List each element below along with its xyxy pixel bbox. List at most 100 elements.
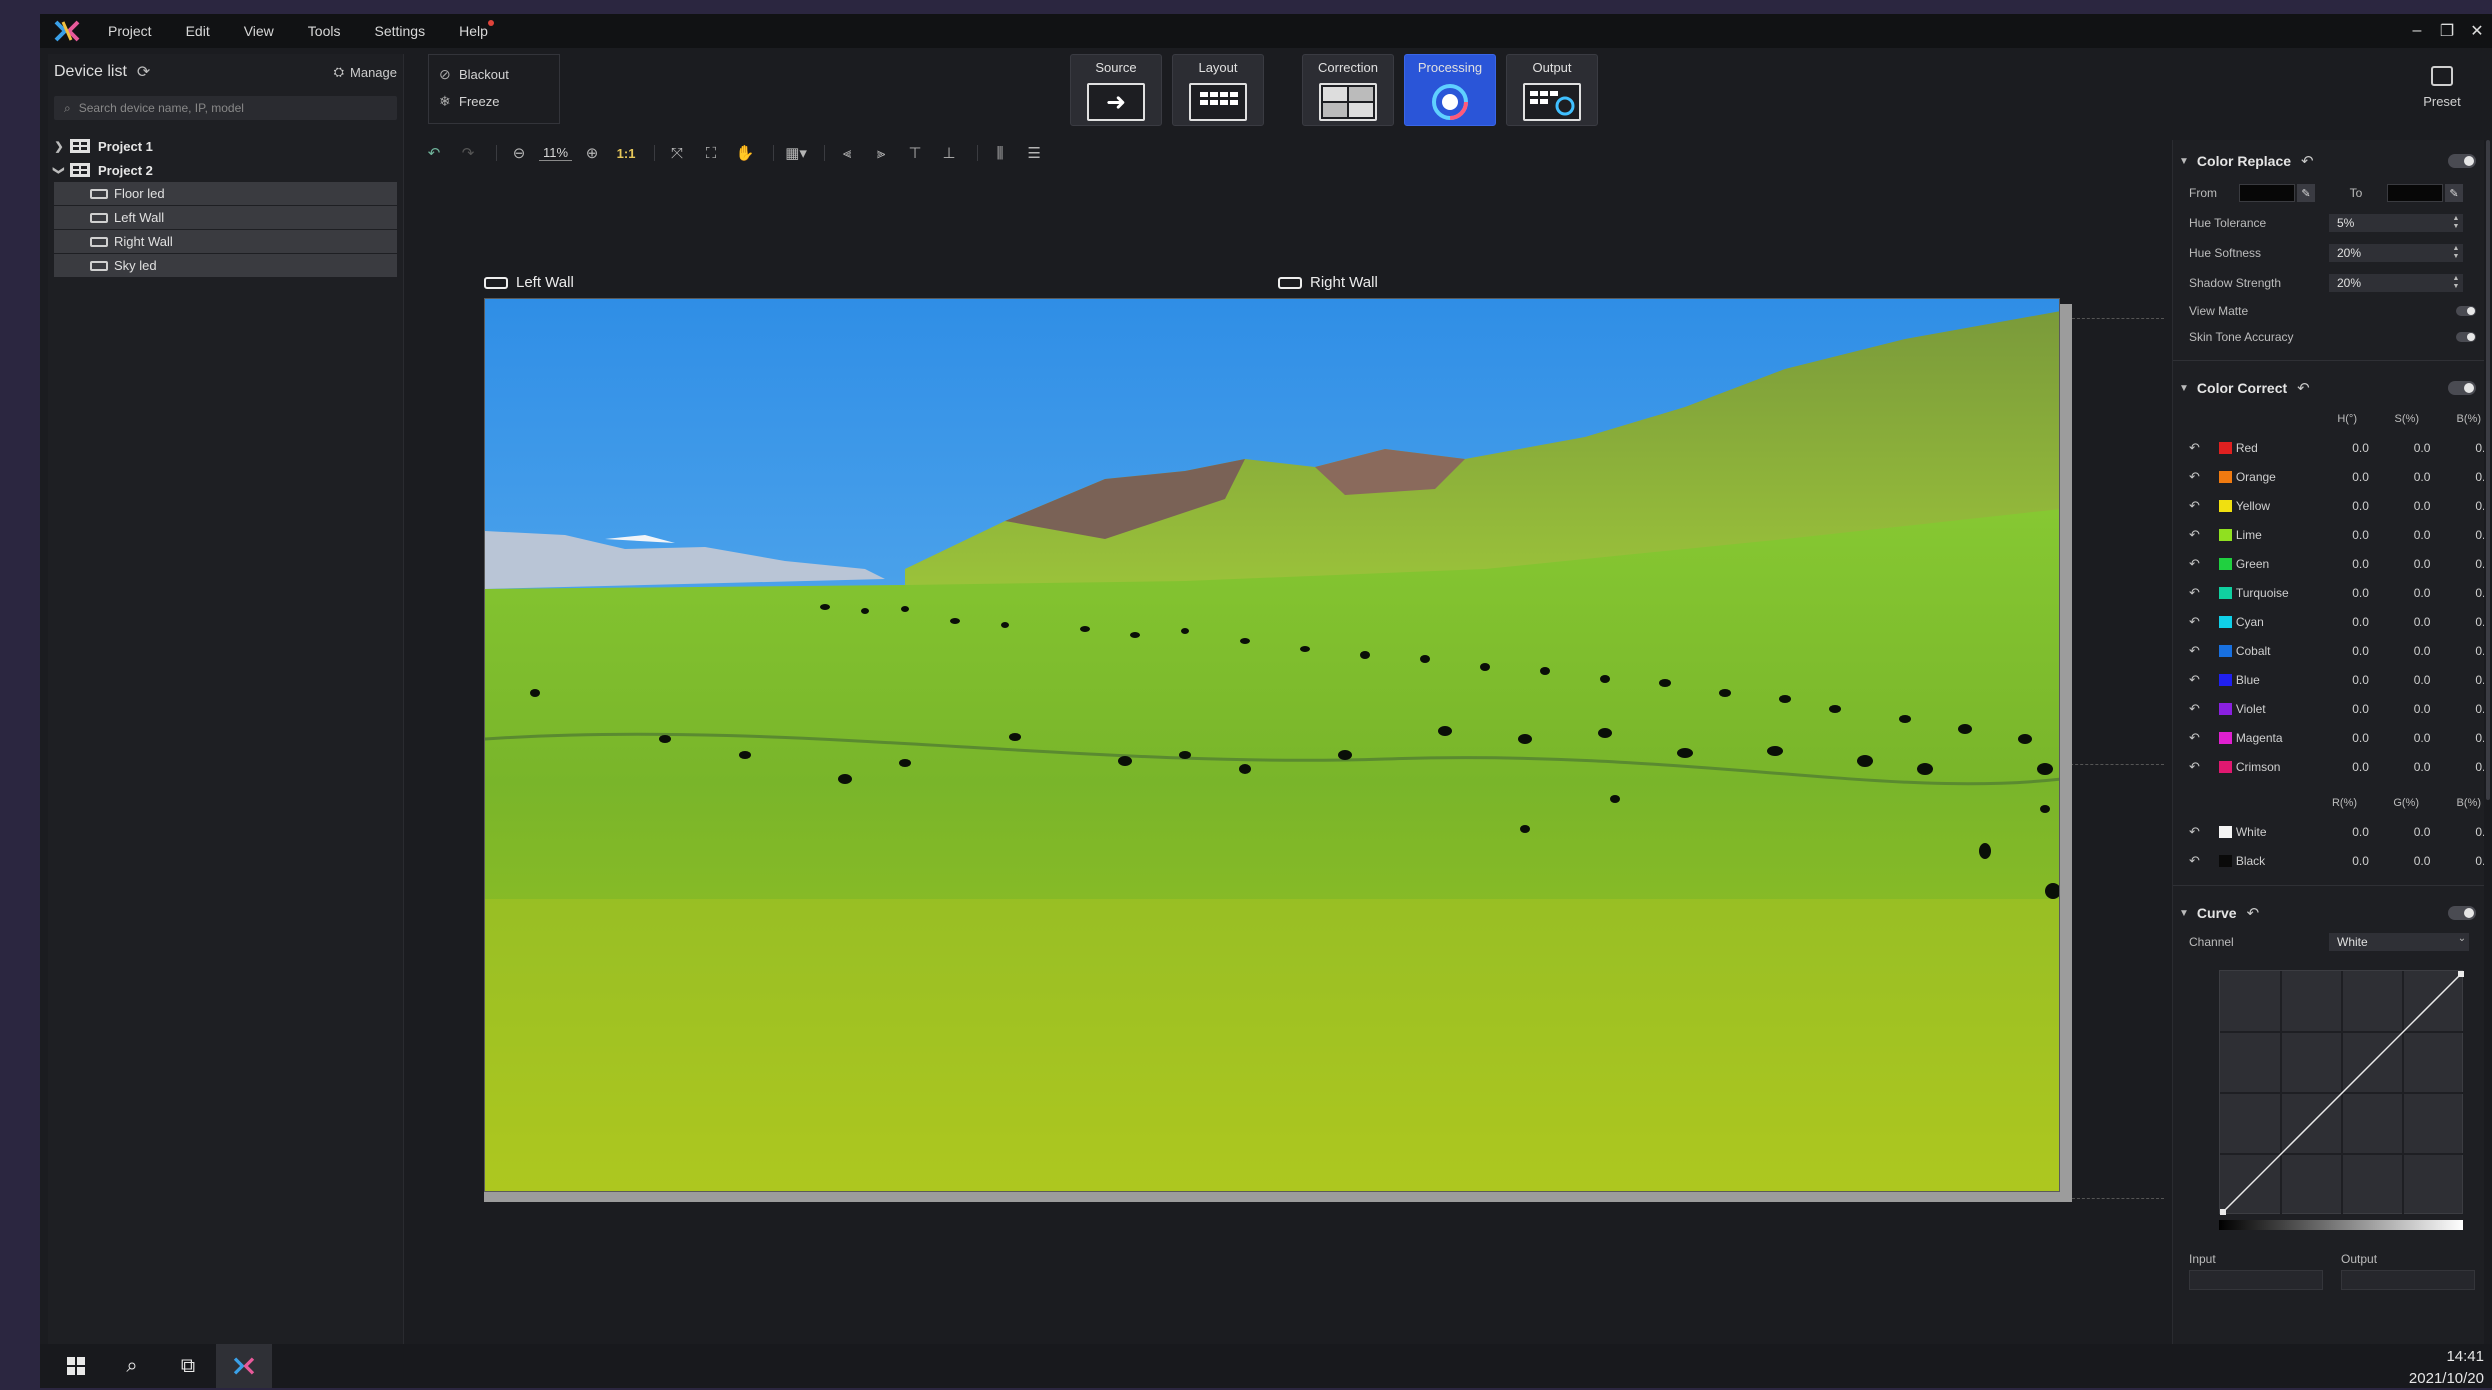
tree-device-right-wall[interactable]: Right Wall xyxy=(54,230,397,254)
device-search-input[interactable]: ⌕ Search device name, IP, model xyxy=(54,96,397,120)
menu-settings[interactable]: Settings xyxy=(374,23,425,39)
eyedropper-icon[interactable]: ✎ xyxy=(2297,184,2315,202)
reset-icon[interactable]: ↶ xyxy=(2173,759,2203,775)
saturation-value[interactable]: 0.0 xyxy=(2369,615,2431,629)
tab-output[interactable]: Output xyxy=(1506,54,1598,126)
spinner-icon[interactable]: ▲ ▼ xyxy=(2451,215,2461,231)
menu-help[interactable]: Help xyxy=(459,20,494,39)
redo-icon[interactable]: ↷ xyxy=(454,140,482,166)
minimize-icon[interactable]: – xyxy=(2402,14,2432,48)
restore-icon[interactable]: ❐ xyxy=(2432,14,2462,48)
saturation-value[interactable]: 0.0 xyxy=(2369,702,2431,716)
hue-tolerance-input[interactable]: 5% ▲ ▼ xyxy=(2329,214,2463,232)
brightness-value[interactable]: 0.0 xyxy=(2430,586,2492,600)
reset-icon[interactable]: ↶ xyxy=(2173,585,2203,601)
blue-value[interactable]: 0.0 xyxy=(2430,825,2492,839)
close-icon[interactable]: ✕ xyxy=(2462,14,2492,48)
brightness-value[interactable]: 0.0 xyxy=(2430,760,2492,774)
saturation-value[interactable]: 0.0 xyxy=(2369,557,2431,571)
color-replace-header[interactable]: ▼ Color Replace ↶ xyxy=(2173,144,2492,178)
to-color-swatch[interactable] xyxy=(2387,184,2443,202)
hue-value[interactable]: 0.0 xyxy=(2307,528,2369,542)
saturation-value[interactable]: 0.0 xyxy=(2369,470,2431,484)
zoom-level[interactable]: 11% xyxy=(539,145,573,161)
curve-toggle[interactable] xyxy=(2448,906,2476,920)
reset-icon[interactable]: ↶ xyxy=(2173,672,2203,688)
reset-icon[interactable]: ↶ xyxy=(2173,498,2203,514)
align-right-icon[interactable]: ⫸ xyxy=(867,140,895,166)
reset-icon[interactable]: ↶ xyxy=(2173,824,2203,840)
shadow-strength-input[interactable]: 20% ▲ ▼ xyxy=(2329,274,2463,292)
brightness-value[interactable]: 0.0 xyxy=(2430,528,2492,542)
red-value[interactable]: 0.0 xyxy=(2307,854,2369,868)
tree-device-sky-led[interactable]: Sky led xyxy=(54,254,397,278)
menu-view[interactable]: View xyxy=(244,23,274,39)
vertical-scrollbar[interactable] xyxy=(2484,140,2492,1344)
menu-project[interactable]: Project xyxy=(108,23,152,39)
scroll-thumb[interactable] xyxy=(2486,140,2490,800)
saturation-value[interactable]: 0.0 xyxy=(2369,441,2431,455)
reset-icon[interactable]: ↶ xyxy=(2173,556,2203,572)
view-matte-toggle[interactable] xyxy=(2456,306,2476,316)
tree-device-left-wall[interactable]: Left Wall xyxy=(54,206,397,230)
chevron-down-icon[interactable]: ❯ xyxy=(53,159,66,181)
reset-icon[interactable]: ↶ xyxy=(2173,469,2203,485)
skin-tone-toggle[interactable] xyxy=(2456,332,2476,342)
refresh-icon[interactable]: ⟳ xyxy=(137,62,150,82)
saturation-value[interactable]: 0.0 xyxy=(2369,731,2431,745)
hue-value[interactable]: 0.0 xyxy=(2307,702,2369,716)
color-replace-toggle[interactable] xyxy=(2448,154,2476,168)
hue-value[interactable]: 0.0 xyxy=(2307,499,2369,513)
brightness-value[interactable]: 0.0 xyxy=(2430,557,2492,571)
tree-project-2[interactable]: ❯ Project 2 xyxy=(48,158,403,182)
windows-start-icon[interactable] xyxy=(48,1344,104,1388)
hue-value[interactable]: 0.0 xyxy=(2307,557,2369,571)
reset-icon[interactable]: ↶ xyxy=(2173,527,2203,543)
hue-value[interactable]: 0.0 xyxy=(2307,644,2369,658)
zoom-out-icon[interactable]: ⊖ xyxy=(505,140,533,166)
undo-icon[interactable]: ↶ xyxy=(420,140,448,166)
brightness-value[interactable]: 0.0 xyxy=(2430,615,2492,629)
hue-value[interactable]: 0.0 xyxy=(2307,673,2369,687)
manage-button[interactable]: ⛭ Manage xyxy=(334,64,397,80)
from-color-swatch[interactable] xyxy=(2239,184,2295,202)
hue-value[interactable]: 0.0 xyxy=(2307,615,2369,629)
distribute-vertical-icon[interactable]: ☰ xyxy=(1020,140,1048,166)
pan-hand-icon[interactable]: ✋ xyxy=(731,140,759,166)
reset-icon[interactable]: ↶ xyxy=(2247,904,2260,922)
fit-screen-icon[interactable]: ⤧ xyxy=(663,140,691,166)
fit-selection-icon[interactable]: ⛶ xyxy=(697,140,725,166)
green-value[interactable]: 0.0 xyxy=(2369,825,2431,839)
hue-value[interactable]: 0.0 xyxy=(2307,731,2369,745)
reset-icon[interactable]: ↶ xyxy=(2173,440,2203,456)
collapse-triangle-icon[interactable]: ▼ xyxy=(2179,156,2189,167)
blue-value[interactable]: 0.0 xyxy=(2430,854,2492,868)
align-left-icon[interactable]: ⫷ xyxy=(833,140,861,166)
green-value[interactable]: 0.0 xyxy=(2369,854,2431,868)
brightness-value[interactable]: 0.0 xyxy=(2430,470,2492,484)
saturation-value[interactable]: 0.0 xyxy=(2369,644,2431,658)
curve-header[interactable]: ▼ Curve ↶ xyxy=(2173,896,2492,930)
tree-device-floor-led[interactable]: Floor led xyxy=(54,182,397,206)
curve-output-field[interactable] xyxy=(2341,1270,2475,1290)
reset-icon[interactable]: ↶ xyxy=(2301,152,2314,170)
spinner-icon[interactable]: ▲ ▼ xyxy=(2451,275,2461,291)
reset-icon[interactable]: ↶ xyxy=(2173,643,2203,659)
hue-softness-input[interactable]: 20% ▲ ▼ xyxy=(2329,244,2463,262)
reset-icon[interactable]: ↶ xyxy=(2173,614,2203,630)
color-correct-header[interactable]: ▼ Color Correct ↶ xyxy=(2173,371,2492,405)
color-correct-toggle[interactable] xyxy=(2448,381,2476,395)
saturation-value[interactable]: 0.0 xyxy=(2369,760,2431,774)
brightness-value[interactable]: 0.0 xyxy=(2430,644,2492,658)
reset-icon[interactable]: ↶ xyxy=(2173,853,2203,869)
brightness-value[interactable]: 0.0 xyxy=(2430,702,2492,716)
tab-layout[interactable]: Layout xyxy=(1172,54,1264,126)
blackout-button[interactable]: ⊘ Blackout xyxy=(439,61,549,88)
align-bottom-icon[interactable]: ⊥ xyxy=(935,140,963,166)
brightness-value[interactable]: 0.0 xyxy=(2430,673,2492,687)
screen-preview[interactable] xyxy=(484,298,2060,1192)
red-value[interactable]: 0.0 xyxy=(2307,825,2369,839)
app-taskbar-icon[interactable] xyxy=(216,1344,272,1388)
curve-input-field[interactable] xyxy=(2189,1270,2323,1290)
task-view-icon[interactable]: ⧉ xyxy=(160,1344,216,1388)
